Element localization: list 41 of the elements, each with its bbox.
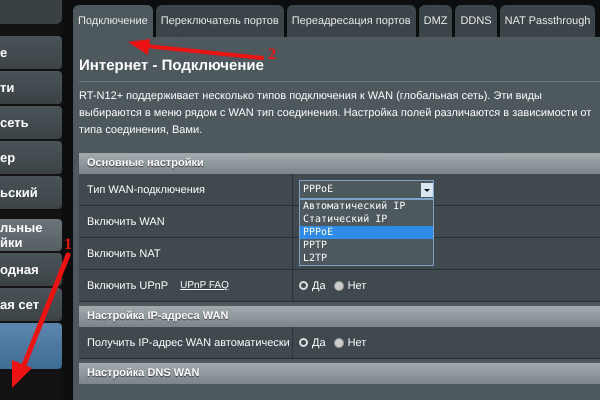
radio-button[interactable] <box>334 338 344 348</box>
setting-label: Включить WAN <box>87 216 165 228</box>
dropdown-option[interactable]: PPPoE <box>300 226 433 239</box>
annotation-number: 2 <box>268 46 276 64</box>
sidebar-item[interactable]: сеть <box>0 106 62 139</box>
setting-label: Тип WAN-подключения <box>87 184 205 196</box>
tab[interactable]: Подключение <box>73 5 153 37</box>
sidebar-item[interactable]: ти <box>0 71 62 104</box>
radio-label: Да <box>312 280 326 292</box>
radio-label: Нет <box>348 336 366 348</box>
description-text: RT-N12+ поддерживает несколько типов подключения к WAN (глобальная сеть). Эти виды выбираются в меню рядом с WAN тип соединения. Настройка полей различаются в зависимости от типа соединения, Вами. <box>79 89 592 138</box>
dropdown-option[interactable]: Автоматический IP <box>300 200 433 213</box>
tab[interactable]: Переключатель портов <box>156 5 284 37</box>
sidebar-item[interactable]: ер <box>0 141 62 174</box>
tab[interactable]: DDNS <box>455 5 497 37</box>
sidebar-item[interactable]: ьский <box>0 176 62 209</box>
radio-label: Да <box>312 336 326 348</box>
dropdown-option[interactable]: PPTP <box>300 239 433 252</box>
connection-type-select[interactable]: PPPoE <box>299 180 434 199</box>
setting-label: Включить UPnP <box>87 280 168 292</box>
tab[interactable]: NAT Passthrough <box>500 5 596 37</box>
sidebar-item[interactable]: одная <box>0 253 62 286</box>
section-header: Основные настройки <box>79 153 600 174</box>
dropdown-option[interactable]: L2TP <box>300 252 433 265</box>
tab[interactable]: DMZ <box>418 5 452 37</box>
faq-link[interactable]: UPnP FAQ <box>180 280 229 291</box>
dropdown-option[interactable]: Статический IP <box>300 213 433 226</box>
sidebar-header: льные йки <box>0 219 62 251</box>
radio-button[interactable] <box>334 280 344 290</box>
annotation-number: 1 <box>64 236 72 254</box>
page-title: Интернет - Подключение <box>79 57 264 74</box>
caret-icon <box>421 182 433 196</box>
sidebar-item[interactable]: ая сет <box>0 288 62 321</box>
setting-label: Включить NAT <box>87 248 161 260</box>
sidebar-tile <box>0 0 62 24</box>
tab[interactable]: Переадресация портов <box>286 5 416 37</box>
section-header: Настройка DNS WAN <box>79 363 600 384</box>
sidebar-item[interactable]: е <box>0 36 62 69</box>
setting-label: Получить IP-адрес WAN автоматически <box>87 336 290 348</box>
section-header: Настройка IP-адреса WAN <box>79 306 600 327</box>
radio-label: Нет <box>348 280 366 292</box>
